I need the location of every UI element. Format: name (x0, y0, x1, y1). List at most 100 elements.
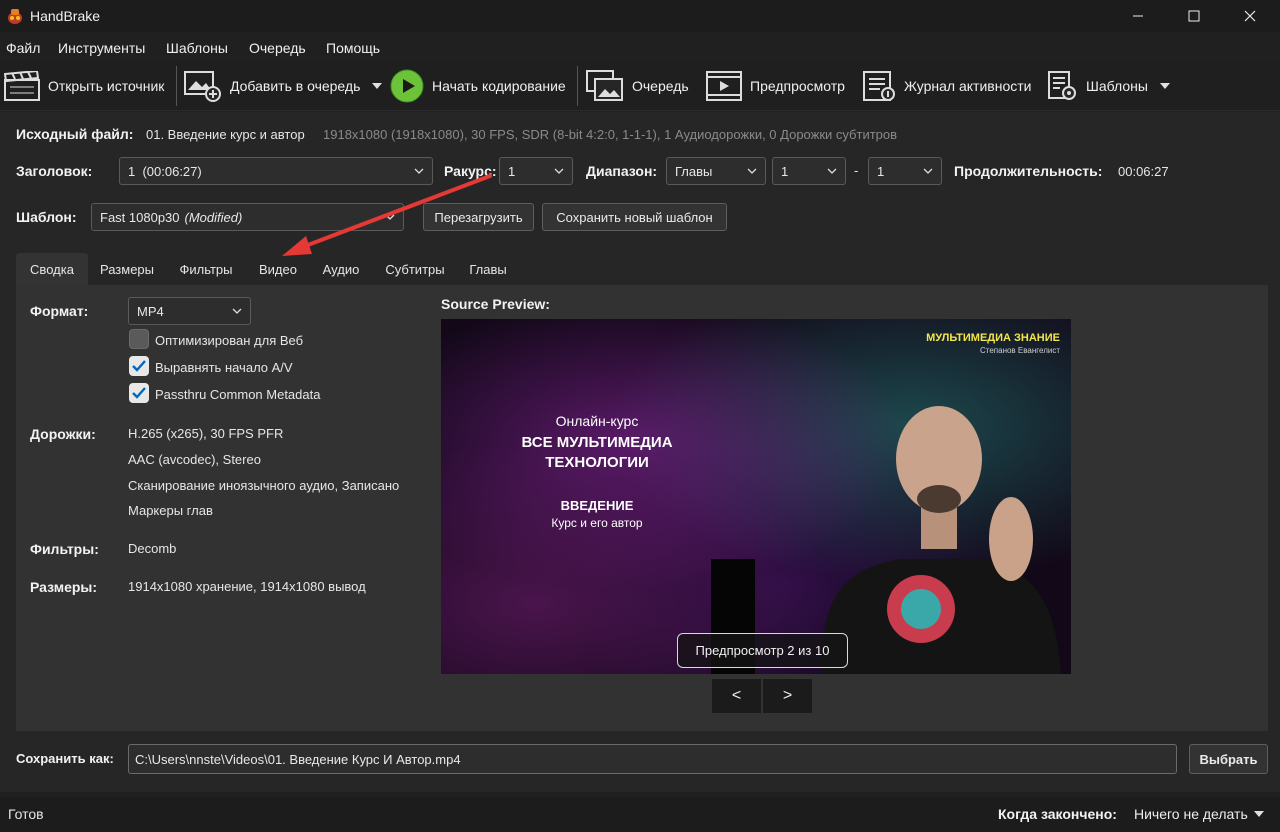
activity-log-button[interactable]: Журнал активности (862, 66, 1031, 106)
format-value: MP4 (137, 303, 164, 319)
save-as-label: Сохранить как: (16, 751, 114, 766)
track-item: AAC (avcodec), Stereo (128, 452, 261, 467)
presets-dropdown-icon[interactable] (1159, 83, 1170, 89)
chevron-down-icon (827, 168, 837, 174)
when-done-select[interactable]: Ничего не делать (1134, 803, 1264, 825)
activity-log-icon (863, 71, 895, 101)
tab-dimensions[interactable]: Размеры (90, 253, 164, 285)
preview-course-title-1: ВСЕ МУЛЬТИМЕДИА (521, 434, 673, 451)
close-button[interactable] (1222, 0, 1278, 32)
dimensions-label: Размеры: (30, 579, 98, 595)
angle-select[interactable]: 1 (499, 157, 573, 185)
preview-course-line: Онлайн-курс (555, 413, 639, 429)
minimize-button[interactable] (1110, 0, 1166, 32)
preset-modified: (Modified) (184, 209, 243, 225)
add-to-queue-label: Добавить в очередь (230, 78, 361, 94)
range-start-select[interactable]: 1 (772, 157, 846, 185)
preview-film-icon (706, 71, 742, 101)
source-info: 1918x1080 (1918x1080), 30 FPS, SDR (8-bi… (323, 127, 898, 142)
title-label: Заголовок: (16, 163, 93, 179)
annotation-arrow (282, 174, 492, 256)
maximize-button[interactable] (1166, 0, 1222, 32)
track-item: Сканирование иноязычного аудио, Записано (128, 478, 400, 493)
format-select[interactable]: MP4 (128, 297, 251, 325)
tab-summary[interactable]: Сводка (16, 253, 88, 285)
menu-file[interactable]: Файл (6, 40, 40, 56)
preview-button[interactable]: Предпросмотр (706, 66, 845, 106)
web-optimized-label: Оптимизирован для Веб (155, 333, 304, 348)
track-item: H.265 (x265), 30 FPS PFR (128, 426, 284, 441)
align-av-checkbox[interactable] (129, 356, 149, 376)
source-name: 01. Введение курс и автор (146, 127, 305, 142)
when-done-value: Ничего не делать (1134, 806, 1248, 822)
align-av-label: Выравнять начало A/V (155, 360, 293, 375)
track-item: Маркеры глав (128, 503, 213, 518)
window-title: HandBrake (30, 8, 101, 24)
title-bar (0, 0, 1280, 32)
close-icon (1244, 10, 1256, 22)
range-start-value: 1 (781, 163, 789, 179)
preview-brand: МУЛЬТИМЕДИА ЗНАНИЕ (926, 332, 1060, 344)
source-preview-image: МУЛЬТИМЕДИА ЗНАНИЕ Степанов Евангелист О… (441, 319, 1071, 674)
open-source-button[interactable]: Открыть источник (4, 66, 164, 106)
checkmark-icon (132, 387, 146, 399)
filters-value: Decomb (128, 541, 177, 556)
save-path-input[interactable]: C:\Users\nnste\Videos\01. Введение Курс … (128, 744, 1177, 774)
add-to-queue-dropdown-icon[interactable] (372, 83, 383, 89)
chevron-down-icon (747, 168, 757, 174)
preview-course-title-2: ТЕХНОЛОГИИ (545, 454, 649, 471)
range-type-select[interactable]: Главы (666, 157, 766, 185)
preset-label: Шаблон: (16, 209, 77, 225)
preset-value: Fast 1080p30 (100, 209, 180, 225)
presets-gear-icon (1048, 71, 1076, 100)
presets-button[interactable]: Шаблоны (1046, 66, 1170, 106)
when-done-label: Когда закончено: (998, 806, 1117, 822)
start-encode-label: Начать кодирование (432, 78, 566, 94)
chevron-down-icon (923, 168, 933, 174)
tracks-label: Дорожки: (30, 426, 96, 442)
handbrake-logo-icon (8, 9, 22, 24)
chevron-down-icon (1253, 811, 1264, 817)
preview-prev-button[interactable]: < (712, 679, 761, 713)
film-clapper-icon (4, 71, 40, 101)
tab-filters[interactable]: Фильтры (168, 253, 244, 285)
status-text: Готов (8, 806, 44, 822)
range-type-value: Главы (675, 163, 713, 179)
queue-label: Очередь (632, 78, 689, 94)
preview-brand-sub: Степанов Евангелист (979, 346, 1060, 355)
queue-icon (586, 70, 623, 101)
range-separator: - (854, 163, 859, 178)
play-icon (390, 69, 424, 103)
range-end-value: 1 (877, 163, 885, 179)
start-encode-button[interactable]: Начать кодирование (390, 66, 566, 106)
range-end-select[interactable]: 1 (868, 157, 942, 185)
passthru-metadata-checkbox[interactable] (129, 383, 149, 403)
angle-select-value: 1 (508, 163, 516, 179)
toolbar-separator (577, 66, 578, 106)
preview-lesson-sub: Курс и его автор (551, 516, 643, 530)
format-label: Формат: (30, 303, 89, 319)
menu-tools[interactable]: Инструменты (58, 40, 145, 56)
queue-button[interactable]: Очередь (586, 66, 689, 106)
dimensions-value: 1914x1080 хранение, 1914x1080 вывод (128, 579, 366, 594)
presets-label: Шаблоны (1086, 78, 1148, 94)
duration-label: Продолжительность: (954, 163, 1103, 179)
activity-log-label: Журнал активности (904, 78, 1032, 94)
preview-heading: Source Preview: (441, 296, 550, 312)
range-label: Диапазон: (586, 163, 658, 179)
title-select-value: 1 (00:06:27) (128, 163, 202, 179)
add-to-queue-button[interactable]: Добавить в очередь (184, 66, 383, 106)
maximize-icon (1188, 10, 1200, 22)
chevron-down-icon (232, 308, 242, 314)
menu-presets[interactable]: Шаблоны (166, 40, 228, 56)
preview-lesson: ВВЕДЕНИЕ (560, 498, 634, 513)
menu-help[interactable]: Помощь (326, 40, 380, 56)
menu-queue[interactable]: Очередь (249, 40, 306, 56)
open-source-label: Открыть источник (48, 78, 165, 94)
preview-next-button[interactable]: > (763, 679, 812, 713)
save-new-preset-button[interactable]: Сохранить новый шаблон (542, 203, 727, 231)
toolbar-separator (176, 66, 177, 106)
passthru-metadata-label: Passthru Common Metadata (155, 387, 321, 402)
browse-button[interactable]: Выбрать (1189, 744, 1268, 774)
web-optimized-checkbox[interactable] (129, 329, 149, 349)
